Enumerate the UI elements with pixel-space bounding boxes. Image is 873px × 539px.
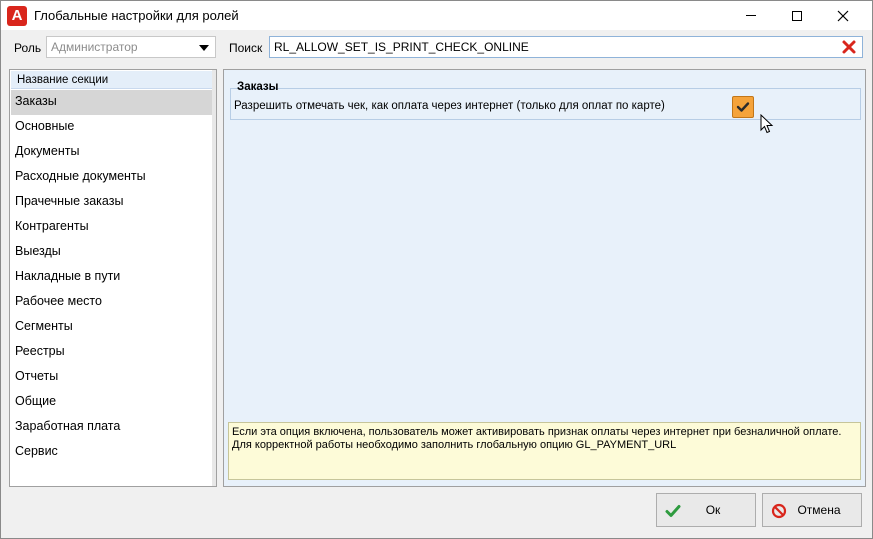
- role-select[interactable]: Администратор: [46, 36, 216, 58]
- section-item-laundry-orders[interactable]: Прачечные заказы: [11, 190, 213, 215]
- settings-panel: Разрешить отмечать чек, как оплата через…: [223, 69, 866, 487]
- close-button[interactable]: [820, 1, 866, 30]
- section-list: Заказы Основные Документы Расходные доку…: [11, 90, 213, 465]
- section-item-expense-documents[interactable]: Расходные документы: [11, 165, 213, 190]
- cancel-label: Отмена: [797, 503, 841, 517]
- section-item-service[interactable]: Сервис: [11, 440, 213, 465]
- section-item-contractors[interactable]: Контрагенты: [11, 215, 213, 240]
- section-item-salary[interactable]: Заработная плата: [11, 415, 213, 440]
- role-value: Администратор: [51, 40, 138, 54]
- hint-box: Если эта опция включена, пользователь мо…: [228, 422, 861, 480]
- section-item-reports[interactable]: Отчеты: [11, 365, 213, 390]
- role-label: Роль: [14, 41, 42, 55]
- section-item-trips[interactable]: Выезды: [11, 240, 213, 265]
- orders-group-box: Разрешить отмечать чек, как оплата через…: [230, 88, 861, 134]
- search-input[interactable]: [269, 36, 863, 58]
- section-item-orders[interactable]: Заказы: [11, 90, 213, 115]
- maximize-button[interactable]: [774, 1, 820, 30]
- section-list-header: Название секции: [11, 71, 215, 89]
- section-item-registers[interactable]: Реестры: [11, 340, 213, 365]
- app-logo-icon: A: [7, 6, 27, 26]
- close-icon: [837, 10, 849, 21]
- title-bar: A Глобальные настройки для ролей: [1, 1, 872, 30]
- hint-line-1: Если эта опция включена, пользователь мо…: [232, 426, 842, 438]
- checkmark-icon: [736, 102, 750, 112]
- group-title: Заказы: [237, 81, 279, 93]
- section-item-waybills-in-transit[interactable]: Накладные в пути: [11, 265, 213, 290]
- settings-window: A Глобальные настройки для ролей Роль Ад…: [0, 0, 873, 539]
- window-title: Глобальные настройки для ролей: [34, 8, 239, 23]
- section-item-main[interactable]: Основные: [11, 115, 213, 140]
- section-list-scroll-edge: [212, 70, 216, 486]
- section-item-general[interactable]: Общие: [11, 390, 213, 415]
- clear-search-icon[interactable]: [841, 39, 857, 55]
- section-list-panel: Название секции Заказы Основные Документ…: [9, 69, 217, 487]
- minimize-button[interactable]: [728, 1, 774, 30]
- option-checkbox[interactable]: [732, 96, 754, 118]
- ok-label: Ок: [705, 503, 721, 517]
- mouse-cursor-icon: [760, 114, 774, 134]
- section-item-segments[interactable]: Сегменты: [11, 315, 213, 340]
- section-item-workplace[interactable]: Рабочее место: [11, 290, 213, 315]
- search-label: Поиск: [229, 41, 263, 55]
- chevron-down-icon: [199, 45, 209, 51]
- hint-line-2: Для корректной работы необходимо заполни…: [232, 439, 677, 451]
- option-label: Разрешить отмечать чек, как оплата через…: [234, 100, 665, 112]
- ok-button[interactable]: Ок: [656, 493, 756, 527]
- maximize-icon: [792, 10, 802, 21]
- minimize-icon: [746, 15, 756, 16]
- section-item-documents[interactable]: Документы: [11, 140, 213, 165]
- cancel-button[interactable]: Отмена: [762, 493, 862, 527]
